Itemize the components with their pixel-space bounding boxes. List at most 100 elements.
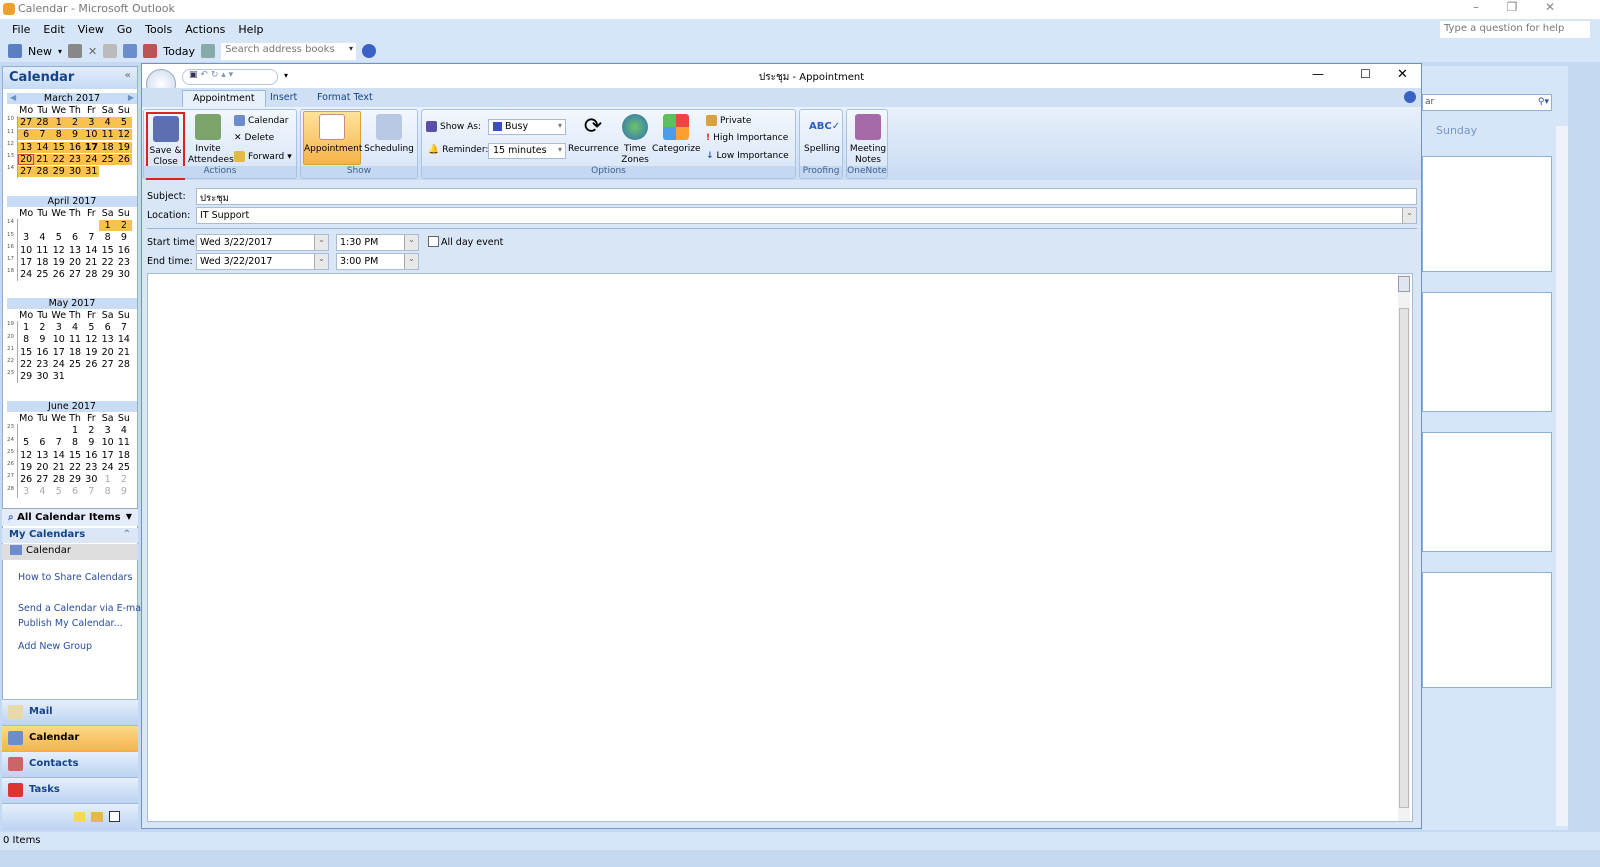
private-button[interactable]: Private xyxy=(706,115,751,126)
day-cell[interactable]: 9 xyxy=(83,437,99,448)
day-cell[interactable]: 2 xyxy=(83,425,99,436)
day-cell[interactable]: 6 xyxy=(34,437,50,448)
save-icon[interactable]: ▣ xyxy=(189,70,198,80)
day-cell[interactable]: 13 xyxy=(67,245,83,256)
day-cell[interactable]: 3 xyxy=(83,116,100,128)
print-icon[interactable] xyxy=(68,44,83,58)
recurrence-button[interactable]: ⟳ Recurrence xyxy=(568,112,619,155)
day-cell[interactable]: 24 xyxy=(51,359,67,370)
day-cell[interactable]: 21 xyxy=(83,257,99,268)
nav-contacts-button[interactable]: Contacts xyxy=(2,751,138,777)
all-day-checkbox[interactable] xyxy=(428,236,439,247)
end-time-dropdown[interactable]: 3:00 PM ⌄ xyxy=(336,253,419,270)
day-cell[interactable]: 1 xyxy=(50,116,67,128)
day-cell[interactable] xyxy=(1422,432,1552,552)
day-cell[interactable]: 18 xyxy=(34,257,50,268)
day-cell[interactable]: 27 xyxy=(34,474,50,485)
send-receive-icon[interactable] xyxy=(123,44,138,58)
day-cell[interactable]: 28 xyxy=(83,269,99,280)
day-cell[interactable]: 8 xyxy=(67,437,83,448)
show-as-dropdown[interactable]: Busy ▾ xyxy=(488,119,566,135)
menu-view[interactable]: View xyxy=(78,23,104,36)
prev-month-icon[interactable]: ◀ xyxy=(10,93,16,102)
tab-insert[interactable]: Insert xyxy=(260,90,307,107)
day-cell[interactable]: 22 xyxy=(18,359,34,370)
chevron-down-icon[interactable]: ⌄ xyxy=(1402,208,1416,223)
day-cell[interactable]: 10 xyxy=(18,245,34,256)
day-cell[interactable]: 10 xyxy=(83,129,100,141)
meeting-notes-button[interactable]: Meeting Notes xyxy=(848,112,888,166)
day-cell[interactable]: 4 xyxy=(116,425,132,436)
scrollbar-thumb[interactable] xyxy=(1399,308,1409,808)
day-cell[interactable]: 18 xyxy=(67,347,83,358)
day-cell[interactable]: 28 xyxy=(51,474,67,485)
address-book-icon[interactable] xyxy=(201,44,216,58)
day-cell[interactable]: 8 xyxy=(50,129,67,141)
collapse-icon[interactable]: « xyxy=(125,70,131,81)
tab-format-text[interactable]: Format Text xyxy=(307,90,383,107)
day-cell[interactable]: 13 xyxy=(18,141,35,153)
link-how-to-share[interactable]: How to Share Calendars xyxy=(18,572,132,583)
link-publish-calendar[interactable]: Publish My Calendar... xyxy=(18,618,123,629)
day-cell[interactable]: 6 xyxy=(67,232,83,243)
day-cell[interactable]: 1 xyxy=(99,219,116,231)
nav-calendar-button[interactable]: Calendar xyxy=(2,725,138,751)
scheduling-button[interactable]: Scheduling xyxy=(363,112,415,155)
appointment-view-button[interactable]: Appointment xyxy=(303,111,362,165)
calendar-button[interactable]: Calendar xyxy=(234,115,288,126)
day-cell[interactable]: 23 xyxy=(83,462,99,473)
day-cell[interactable]: 13 xyxy=(99,334,115,345)
day-cell[interactable]: 24 xyxy=(83,153,100,165)
day-cell[interactable]: 31 xyxy=(51,371,67,382)
day-cell[interactable]: 27 xyxy=(99,359,115,370)
day-cell[interactable]: 26 xyxy=(83,359,99,370)
down-icon[interactable]: ▾ xyxy=(229,70,234,80)
day-cell[interactable]: 12 xyxy=(83,334,99,345)
menu-file[interactable]: File xyxy=(12,23,30,36)
day-cell[interactable]: 30 xyxy=(34,371,50,382)
categorize-button[interactable]: Categorize xyxy=(652,112,701,155)
day-cell[interactable]: 19 xyxy=(83,347,99,358)
day-cell[interactable]: 8 xyxy=(99,232,115,243)
folder-icon[interactable] xyxy=(91,812,103,822)
day-cell[interactable]: 5 xyxy=(115,116,133,128)
day-cell[interactable]: 2 xyxy=(116,474,132,485)
day-cell[interactable]: 20 xyxy=(99,347,115,358)
day-cell[interactable]: 19 xyxy=(18,462,34,473)
day-cell[interactable]: 15 xyxy=(18,347,34,358)
day-cell[interactable]: 20 xyxy=(18,153,35,165)
link-send-calendar[interactable]: Send a Calendar via E-mail... xyxy=(18,603,155,614)
day-cell[interactable]: 11 xyxy=(34,245,50,256)
day-cell[interactable]: 23 xyxy=(34,359,50,370)
menu-tools[interactable]: Tools xyxy=(145,23,172,36)
today-button[interactable]: Today xyxy=(163,45,195,58)
day-cell[interactable]: 8 xyxy=(18,334,34,345)
day-cell[interactable]: 6 xyxy=(18,129,35,141)
subject-input[interactable]: ประชุม xyxy=(196,188,1417,205)
day-cell[interactable]: 10 xyxy=(99,437,115,448)
day-cell[interactable]: 12 xyxy=(115,129,133,141)
day-cell[interactable]: 6 xyxy=(99,322,115,333)
day-cell[interactable]: 9 xyxy=(116,232,132,243)
day-cell[interactable]: 29 xyxy=(99,269,115,280)
day-cell[interactable]: 29 xyxy=(67,474,83,485)
day-cell[interactable]: 9 xyxy=(116,486,132,497)
day-cell[interactable]: 15 xyxy=(67,450,83,461)
day-cell[interactable]: 8 xyxy=(99,486,115,497)
day-cell[interactable]: 6 xyxy=(67,486,83,497)
chevron-down-icon[interactable]: ⌄ xyxy=(314,254,328,269)
reminder-dropdown[interactable]: 15 minutes ▾ xyxy=(488,143,566,159)
day-cell[interactable]: 17 xyxy=(99,450,115,461)
day-cell[interactable]: 21 xyxy=(51,462,67,473)
day-cell[interactable]: 5 xyxy=(18,437,34,448)
day-cell[interactable]: 5 xyxy=(83,322,99,333)
day-cell[interactable]: 23 xyxy=(66,153,84,165)
day-cell[interactable]: 22 xyxy=(99,257,115,268)
spelling-button[interactable]: ABC✓ Spelling xyxy=(801,112,843,155)
day-cell[interactable]: 25 xyxy=(99,153,116,165)
day-cell[interactable]: 3 xyxy=(18,486,34,497)
day-cell[interactable]: 26 xyxy=(51,269,67,280)
start-time-dropdown[interactable]: 1:30 PM ⌄ xyxy=(336,234,419,251)
day-cell[interactable]: 11 xyxy=(116,437,132,448)
day-cell[interactable]: 15 xyxy=(50,141,67,153)
